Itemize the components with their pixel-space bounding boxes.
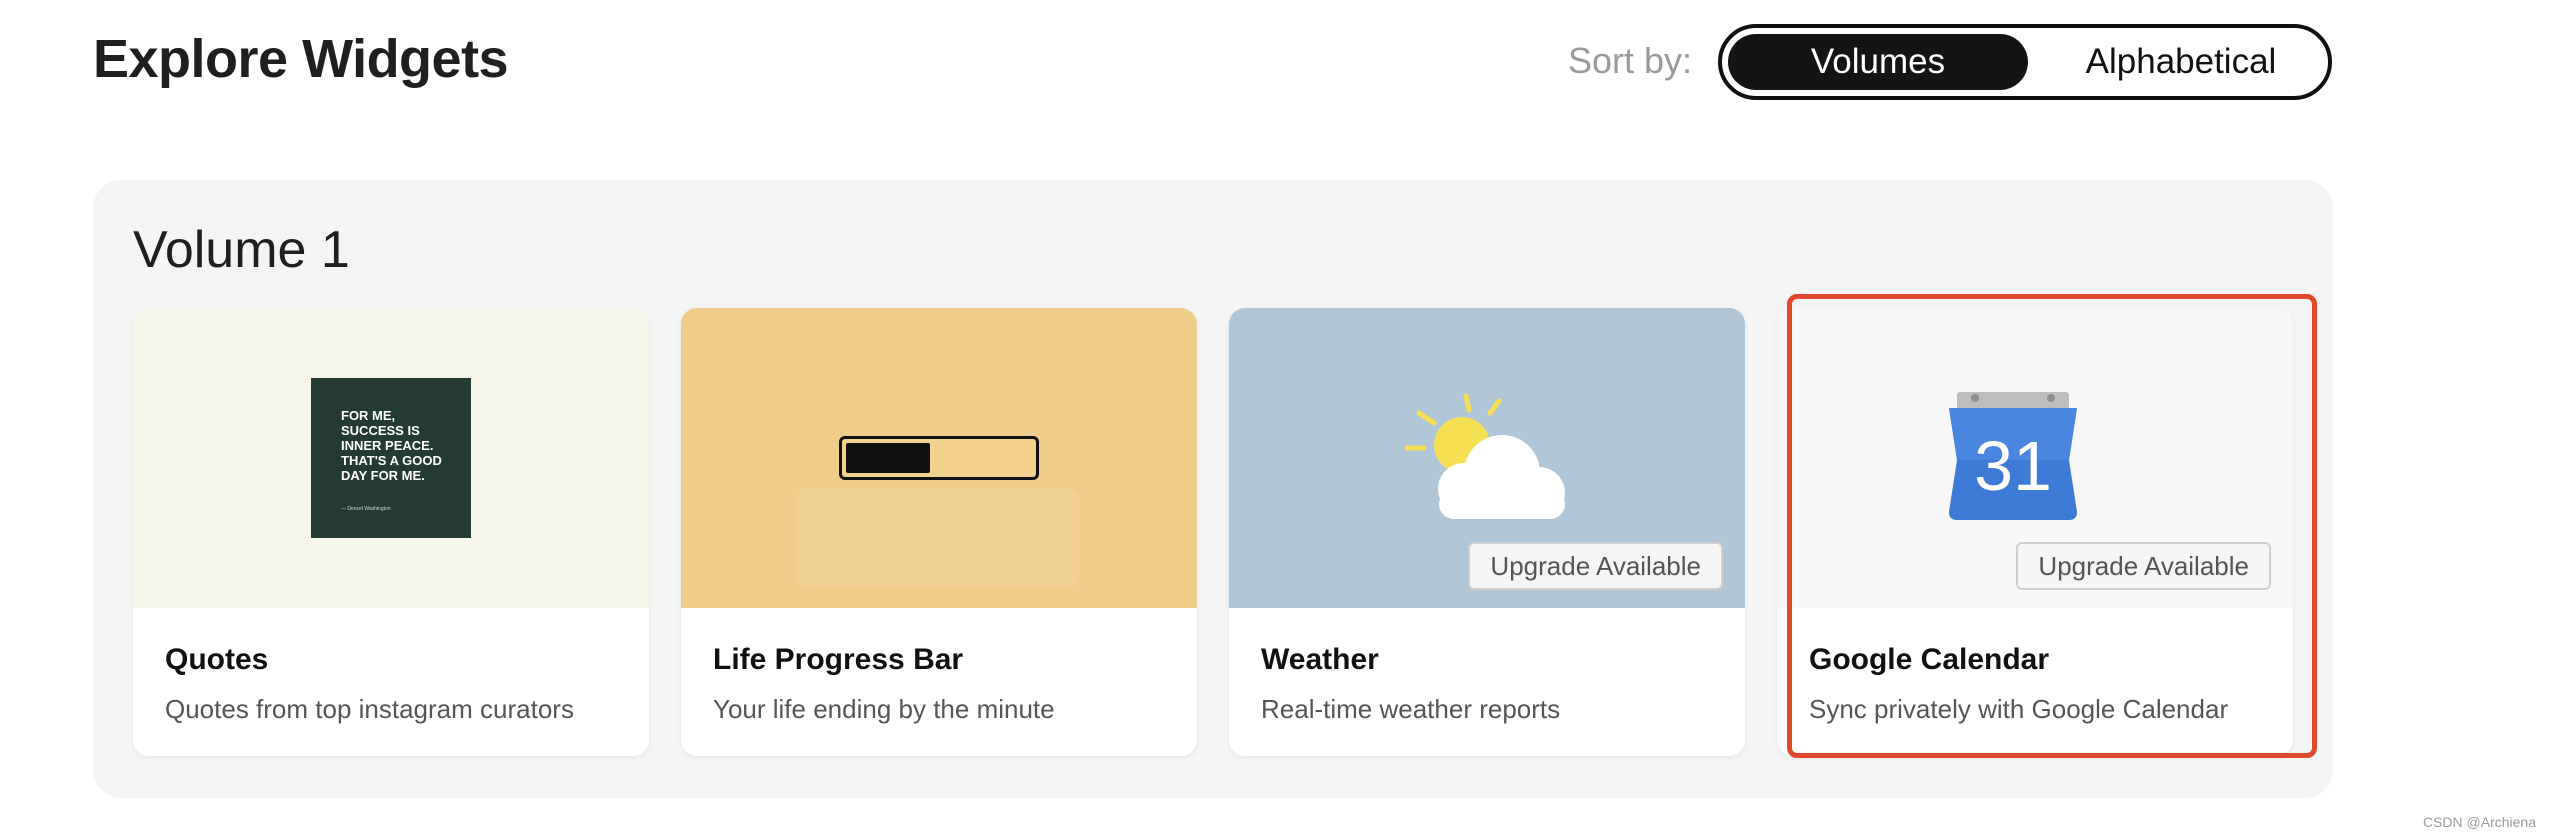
upgrade-available-badge[interactable]: Upgrade Available bbox=[2016, 542, 2271, 590]
google-calendar-icon: 31 bbox=[1949, 392, 2077, 520]
card-description: Real-time weather reports bbox=[1261, 694, 1561, 724]
volume-panel: Volume 1 FOR ME, SUCCESS IS INNER PEACE.… bbox=[93, 180, 2333, 798]
sort-label: Sort by: bbox=[1568, 40, 1693, 81]
card-title: Google Calendar bbox=[1809, 643, 2050, 676]
progress-bar bbox=[839, 436, 1039, 480]
page-title: Explore Widgets bbox=[93, 29, 509, 89]
card-media: Upgrade Available bbox=[1229, 308, 1745, 608]
widget-card-weather[interactable]: Upgrade Available Weather Real-time weat… bbox=[1229, 308, 1745, 756]
quote-text: FOR ME, SUCCESS IS INNER PEACE. THAT'S A… bbox=[341, 408, 442, 483]
progress-bar-fill bbox=[846, 443, 930, 473]
card-title: Weather bbox=[1261, 643, 1379, 676]
volume-title: Volume 1 bbox=[133, 221, 350, 279]
card-description: Quotes from top instagram curators bbox=[165, 694, 574, 724]
card-title: Life Progress Bar bbox=[713, 643, 964, 676]
card-description: Sync privately with Google Calendar bbox=[1809, 694, 2229, 724]
upgrade-available-badge[interactable]: Upgrade Available bbox=[1468, 542, 1723, 590]
sun-cloud-icon bbox=[1404, 393, 1565, 519]
quote-credit: — Denzel Washington bbox=[341, 506, 391, 512]
ghost-overlay bbox=[797, 488, 1079, 588]
widget-card-life-progress-bar[interactable]: Life Progress Bar Your life ending by th… bbox=[681, 308, 1197, 756]
card-media bbox=[681, 308, 1197, 608]
sort-toggle: Volumes Alphabetical bbox=[1718, 24, 2332, 100]
calendar-day-number: 31 bbox=[1974, 427, 2052, 505]
card-media: 31 Upgrade Available bbox=[1777, 308, 2293, 608]
sort-option-alphabetical[interactable]: Alphabetical bbox=[2038, 34, 2324, 90]
sort-option-volumes[interactable]: Volumes bbox=[1728, 34, 2028, 90]
watermark: CSDN @Archiena bbox=[2422, 814, 2536, 830]
card-title: Quotes bbox=[165, 643, 269, 676]
widget-card-google-calendar[interactable]: 31 Upgrade Available Google Calendar Syn… bbox=[1777, 308, 2293, 756]
card-media: FOR ME, SUCCESS IS INNER PEACE. THAT'S A… bbox=[133, 308, 649, 608]
card-description: Your life ending by the minute bbox=[713, 694, 1055, 724]
quote-thumbnail: FOR ME, SUCCESS IS INNER PEACE. THAT'S A… bbox=[311, 378, 471, 538]
widget-card-quotes[interactable]: FOR ME, SUCCESS IS INNER PEACE. THAT'S A… bbox=[133, 308, 649, 756]
